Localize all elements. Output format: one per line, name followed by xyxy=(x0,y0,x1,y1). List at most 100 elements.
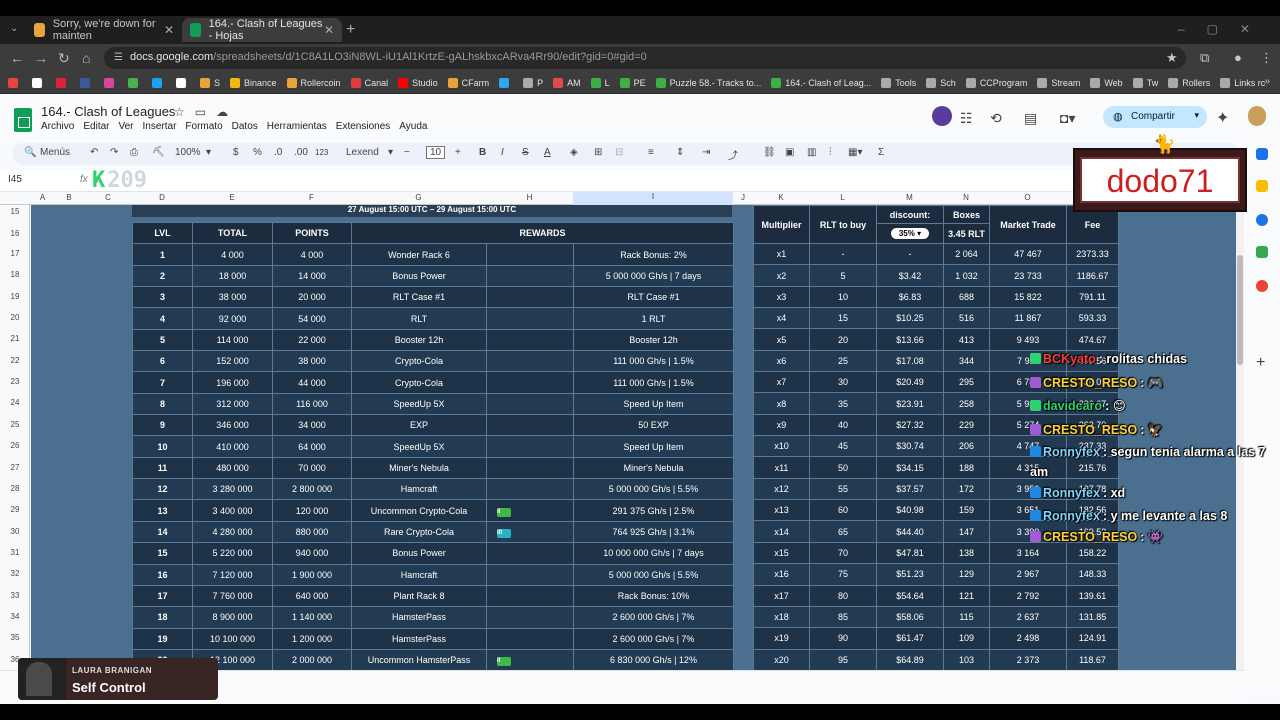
bookmark-item[interactable] xyxy=(80,77,94,88)
cell-multiplier[interactable]: x17 xyxy=(753,584,810,607)
cell-reward[interactable]: HamsterPass xyxy=(351,606,487,629)
menu-editar[interactable]: Editar xyxy=(83,121,109,132)
cell-price[interactable]: $30.74 xyxy=(876,435,944,458)
bookmark-item[interactable]: Tw xyxy=(1132,77,1158,88)
cell-detail[interactable]: 1 RLT xyxy=(572,307,735,330)
cell-boxes[interactable]: 121 xyxy=(943,584,990,607)
bookmark-item[interactable]: Puzzle 58.- Tracks to... xyxy=(655,77,761,88)
cell-detail[interactable]: 2 600 000 Gh/s | 7% xyxy=(572,606,735,629)
cell-boxes[interactable]: 344 xyxy=(943,349,990,373)
site-info-icon[interactable]: ☰ xyxy=(114,52,123,63)
cell-price[interactable]: $23.91 xyxy=(876,392,944,415)
cell-detail[interactable]: 111 000 Gh/s | 1.5% xyxy=(572,350,735,373)
cell-rarity[interactable] xyxy=(486,350,574,373)
cell-boxes[interactable]: 138 xyxy=(943,541,990,565)
keep-icon[interactable] xyxy=(1256,180,1268,192)
bookmark-item[interactable] xyxy=(32,77,46,88)
home-icon[interactable]: ⌂ xyxy=(82,50,90,66)
cell-rlt-to-buy[interactable]: 80 xyxy=(809,584,877,607)
cell-reward[interactable]: Hamcraft xyxy=(351,563,487,586)
bookmark-item[interactable]: CFarm xyxy=(447,77,489,88)
chat-icon[interactable]: ☷ xyxy=(960,110,973,127)
cell-boxes[interactable]: 206 xyxy=(943,435,990,458)
cell-price[interactable]: $17.08 xyxy=(876,349,944,373)
cell-rlt-to-buy[interactable]: 90 xyxy=(809,627,877,650)
tab-clash-of-leagues[interactable]: 164.- Clash of Leagues - Hojas ✕ xyxy=(182,18,342,42)
cell-points[interactable]: 44 000 xyxy=(272,371,352,394)
reload-icon[interactable]: ↻ xyxy=(58,50,70,67)
menu-ver[interactable]: Ver xyxy=(118,121,133,132)
bookmark-item[interactable] xyxy=(152,77,166,88)
cell-total[interactable]: 3 400 000 xyxy=(192,499,273,522)
cell-points[interactable]: 14 000 xyxy=(272,264,352,288)
close-tab-icon[interactable]: ✕ xyxy=(324,23,334,37)
cell-total[interactable]: 312 000 xyxy=(192,392,273,416)
row-header-21[interactable]: 21 xyxy=(0,334,30,343)
row-header-28[interactable]: 28 xyxy=(0,484,30,493)
bookmark-item[interactable]: Studio xyxy=(398,77,438,88)
cell-lvl[interactable]: 15 xyxy=(132,542,193,565)
cell-price[interactable]: $44.40 xyxy=(876,520,944,543)
row-header-20[interactable]: 20 xyxy=(0,313,30,322)
cell-rlt-to-buy[interactable]: 60 xyxy=(809,499,877,522)
cell-boxes[interactable]: 115 xyxy=(943,605,990,629)
cell-detail[interactable]: Speed Up Item xyxy=(572,435,735,458)
cell-reward[interactable]: EXP xyxy=(351,414,487,437)
column-header-b[interactable]: B xyxy=(54,193,84,202)
print-icon[interactable]: ⎙ xyxy=(130,147,138,158)
cell-rarity[interactable] xyxy=(486,371,574,394)
star-icon[interactable]: ☆ xyxy=(174,105,195,119)
cell-rlt-to-buy[interactable]: - xyxy=(809,242,877,266)
cell-total[interactable]: 7 760 000 xyxy=(192,584,273,608)
meet-icon[interactable]: ◘▾ xyxy=(1060,110,1075,127)
cell-rarity[interactable] xyxy=(486,606,574,629)
new-tab-icon[interactable]: + xyxy=(346,21,355,39)
maps-icon[interactable] xyxy=(1256,280,1268,292)
collaborator-avatar[interactable] xyxy=(932,106,952,126)
row-header-16[interactable]: 16 xyxy=(0,229,30,238)
row-header-24[interactable]: 24 xyxy=(0,398,30,407)
cell-rlt-to-buy[interactable]: 25 xyxy=(809,349,877,373)
cell-rlt-to-buy[interactable]: 40 xyxy=(809,413,877,437)
cell-detail[interactable]: 2 600 000 Gh/s | 7% xyxy=(572,627,735,650)
document-title[interactable]: 164.- Clash of Leagues xyxy=(41,104,175,119)
cell-total[interactable]: 346 000 xyxy=(192,414,273,437)
cell-boxes[interactable]: 2 064 xyxy=(943,242,990,266)
cell-multiplier[interactable]: x8 xyxy=(753,392,810,415)
bookmark-item[interactable]: Links rc xyxy=(1220,77,1265,88)
cell-lvl[interactable]: 10 xyxy=(132,435,193,458)
cell-lvl[interactable]: 11 xyxy=(132,456,193,480)
cell-points[interactable]: 1 140 000 xyxy=(272,606,352,629)
bookmark-item[interactable]: Tools xyxy=(881,77,916,88)
cell-reward[interactable]: Plant Rack 8 xyxy=(351,584,487,608)
row-header-26[interactable]: 26 xyxy=(0,441,30,450)
insert-link-icon[interactable]: ⛓ xyxy=(763,147,776,158)
chevron-down-icon[interactable]: ▾ xyxy=(1194,110,1199,121)
cell-rlt-to-buy[interactable]: 35 xyxy=(809,392,877,415)
bookmark-item[interactable]: Stream xyxy=(1037,77,1080,88)
cell-multiplier[interactable]: x9 xyxy=(753,413,810,437)
cell-rarity[interactable] xyxy=(486,392,574,416)
cell-rarity[interactable] xyxy=(486,627,574,650)
cell-detail[interactable]: Rack Bonus: 2% xyxy=(572,243,735,266)
cell-rlt-to-buy[interactable]: 55 xyxy=(809,477,877,501)
row-header-19[interactable]: 19 xyxy=(0,292,30,301)
cell-detail[interactable]: Booster 12h xyxy=(572,328,735,352)
font-select[interactable]: Lexend xyxy=(346,147,379,158)
cell-boxes[interactable]: 229 xyxy=(943,413,990,437)
cell-market-trade[interactable]: 2 498 xyxy=(989,627,1067,650)
cell-boxes[interactable]: 129 xyxy=(943,563,990,586)
cell-detail[interactable]: 50 EXP xyxy=(572,414,735,437)
cell-lvl[interactable]: 14 xyxy=(132,520,193,544)
cell-lvl[interactable]: 19 xyxy=(132,627,193,650)
cell-boxes[interactable]: 516 xyxy=(943,307,990,330)
menu-herramientas[interactable]: Herramientas xyxy=(267,121,327,132)
bold-button[interactable]: B xyxy=(479,147,486,158)
cell-reward[interactable]: HamsterPass xyxy=(351,627,487,650)
cell-price[interactable]: $40.98 xyxy=(876,499,944,522)
row-header-17[interactable]: 17 xyxy=(0,249,30,258)
bookmark-item[interactable] xyxy=(499,77,513,88)
cell-rlt-to-buy[interactable]: 65 xyxy=(809,520,877,543)
row-header-29[interactable]: 29 xyxy=(0,505,30,514)
cell-fee[interactable]: 148.33 xyxy=(1066,563,1119,586)
